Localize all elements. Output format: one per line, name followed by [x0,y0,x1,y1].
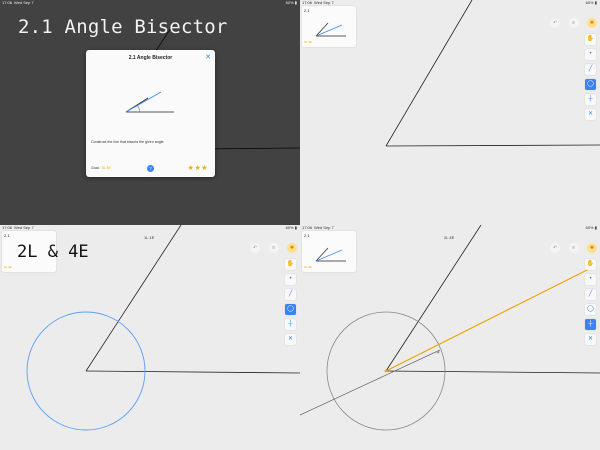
level-intro-dialog: 2.1 Angle Bisector ✕ Construct the line … [86,50,215,177]
battery-indicator: 60% ▮ [585,225,597,230]
circle-icon[interactable]: ◯ [285,304,296,315]
hand-icon[interactable]: ✋ [285,259,296,270]
undo-icon[interactable]: ↶ [550,18,561,28]
panel-level-intro: 17:06 Wed Sep 7 60% ▮ 2.1 Angle Bisector… [0,0,300,225]
intersect-icon[interactable]: ✕ [285,334,296,345]
star-rating: ★★★ [187,165,208,172]
angle-ray-upper [385,0,473,147]
angle-ray-lower [85,370,300,374]
dialog-description: Construct the line that bisects the give… [91,140,165,144]
angle-preview-diagram [125,91,174,113]
goal-value: 3L 4E [304,40,312,44]
top-icons: ↶ ≡ ✺ [546,236,597,254]
tool-palette: ✋ • ╱ ◯ ┼ ✕ [285,259,297,349]
point-icon[interactable]: • [285,274,296,285]
undo-icon[interactable]: ↶ [250,243,261,253]
perpendicular-icon[interactable]: ┼ [285,319,296,330]
status-bar: 17:06 Wed Sep 7 60% ▮ [300,0,600,6]
status-time: 17:06 [2,225,13,230]
battery-label: 60% [285,225,294,230]
move-counter: 2L 4E [444,235,455,240]
status-bar: 17:06 Wed Sep 7 60% ▮ [300,225,600,231]
status-time: 17:06 [302,225,313,230]
perpendicular-icon[interactable]: ┼ [585,319,596,330]
status-date: Wed Sep 7 [314,225,334,230]
status-time: 17:06 [302,0,313,5]
undo-icon[interactable]: ↶ [550,243,561,253]
goal-label: Goal: 3L 4E [91,166,111,170]
thumb-ray-upper [315,247,329,262]
hand-icon[interactable]: ✋ [585,259,596,270]
line-icon[interactable]: ╱ [585,64,596,75]
circle-icon[interactable]: ◯ [585,79,596,90]
battery-label: 60% [585,225,594,230]
close-icon[interactable]: ✕ [205,53,211,61]
battery-indicator: 60% ▮ [285,225,297,230]
status-date: Wed Sep 7 [14,0,34,5]
angle-ray-upper [385,225,482,372]
vertex-point [384,369,388,373]
intersection-point [436,350,440,354]
line-icon[interactable]: ╱ [585,289,596,300]
battery-indicator: 60% ▮ [285,0,297,5]
line-icon[interactable]: ╱ [285,289,296,300]
thumb-bisector [315,249,343,262]
point-icon[interactable]: • [585,274,596,285]
level-name: 2.1 [4,233,10,238]
top-icons: ↶ ≡ ✺ [546,11,597,29]
panel-circle-step: 17:06 Wed Sep 7 60% ▮ 2.1 2L 4E 2L & 4E … [0,225,300,450]
goal-value: 3L 4E [101,166,111,170]
angle-ray-lower [385,144,600,147]
overlay-title: 2.1 Angle Bisector [18,16,228,38]
hint-icon[interactable]: ✺ [587,18,597,28]
intersect-icon[interactable]: ✕ [585,334,596,345]
status-date: Wed Sep 7 [14,225,34,230]
level-name: 2.1 [304,8,310,13]
bisector-line [385,265,596,372]
menu-icon[interactable]: ≡ [268,243,279,253]
angle-ray-lower [385,370,600,374]
preview-bisector [125,91,162,113]
move-count-caption: 2L & 4E [17,242,89,262]
level-thumbnail [315,22,346,37]
goal-value: 3L 4E [304,265,312,269]
preview-arc [136,104,141,113]
tool-palette: ✋ • ╱ ◯ ┼ ✕ [585,259,597,349]
dialog-title: 2.1 Angle Bisector [128,55,173,61]
circle-icon[interactable]: ◯ [585,304,596,315]
goal-value: 2L 4E [4,265,12,269]
level-card[interactable]: 2.1 3L 4E [302,6,356,47]
battery-label: 60% [285,0,294,5]
hint-icon[interactable]: ✺ [287,243,297,253]
angle-ray-upper [85,225,182,372]
goal-label-text: Goal: [91,166,100,170]
status-bar: 17:06 Wed Sep 7 60% ▮ [0,0,300,6]
menu-icon[interactable]: ≡ [568,243,579,253]
point-icon[interactable]: • [585,49,596,60]
level-card[interactable]: 2.1 3L 4E [302,231,356,272]
thumb-ray-upper [315,22,329,37]
battery-label: 60% [585,0,594,5]
level-thumbnail [315,247,346,262]
status-date: Wed Sep 7 [314,0,334,5]
move-counter: 1L 1E [144,235,155,240]
status-time: 17:06 [2,0,13,5]
battery-indicator: 60% ▮ [585,0,597,5]
helper-line [300,349,441,416]
intersect-icon[interactable]: ✕ [585,109,596,120]
hand-icon[interactable]: ✋ [585,34,596,45]
top-icons: ↶ ≡ ✺ [246,236,297,254]
tool-palette: ✋ • ╱ ◯ ┼ ✕ [585,34,597,124]
panel-solution: 17:06 Wed Sep 7 60% ▮ 2.1 3L 4E 2L 4E ↶ … [300,225,600,450]
hint-icon[interactable]: ✺ [587,243,597,253]
level-name: 2.1 [304,233,310,238]
perpendicular-icon[interactable]: ┼ [585,94,596,105]
thumb-bisector [315,24,343,37]
menu-icon[interactable]: ≡ [568,18,579,28]
status-bar: 17:06 Wed Sep 7 60% ▮ [0,225,300,231]
help-button[interactable]: ? [147,165,154,172]
panel-construction-start: 17:06 Wed Sep 7 60% ▮ 2.1 3L 4E ↶ ≡ ✺ ✋ … [300,0,600,225]
